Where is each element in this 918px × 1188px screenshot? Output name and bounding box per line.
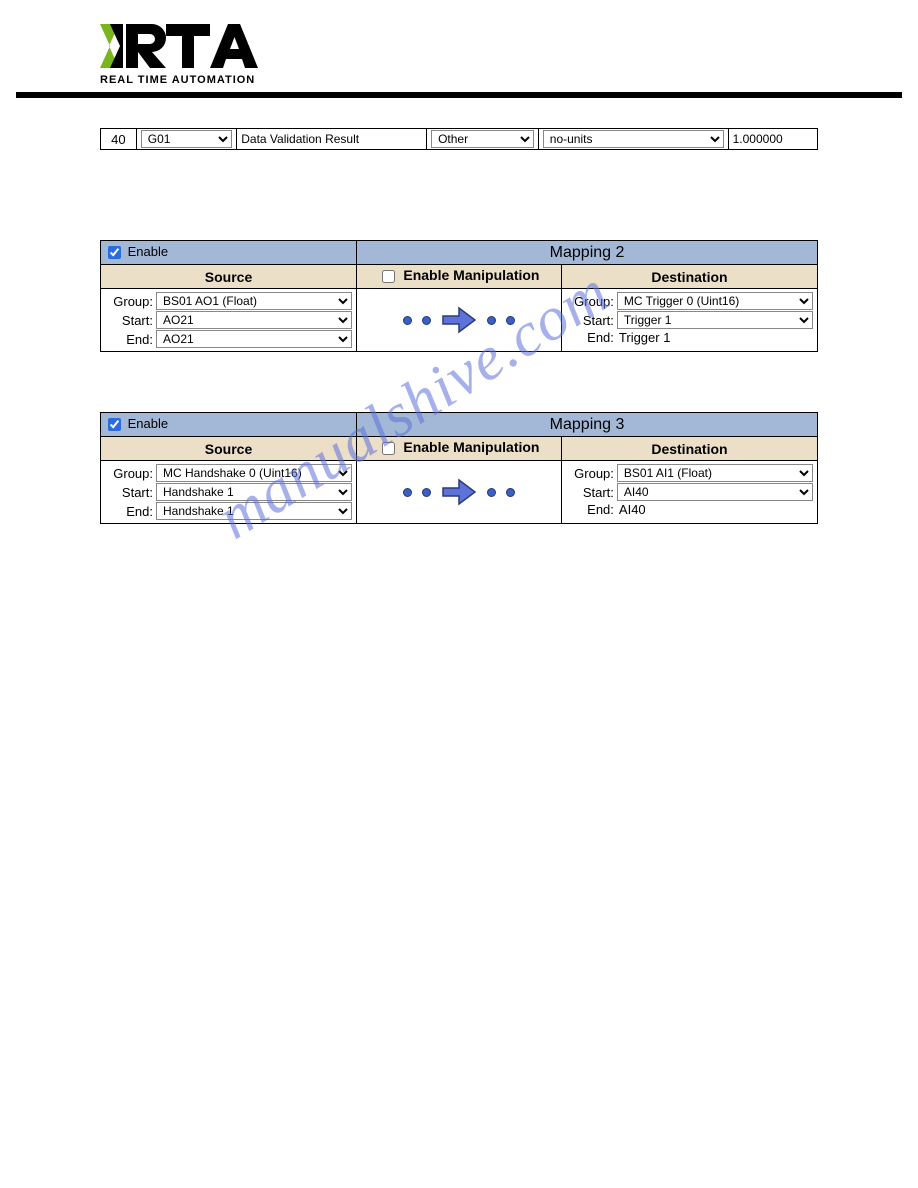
row-select-3[interactable]: no-units (543, 130, 724, 148)
mapping-3-src-group-select[interactable]: MC Handshake 0 (Uint16) (156, 464, 352, 482)
mapping-2-manip-label: Enable Manipulation (403, 267, 539, 283)
mapping-2-dst-group-label: Group: (566, 294, 614, 309)
row-number: 40 (101, 129, 137, 150)
mapping-3-enable-checkbox[interactable] (108, 418, 121, 431)
mapping-2-src-start-select[interactable]: AO21 (156, 311, 352, 329)
mapping-3-dst-start-select[interactable]: AI40 (617, 483, 813, 501)
mapping-2-dest-hdr: Destination (561, 265, 817, 289)
rta-logo (100, 20, 270, 72)
mapping-3-source-hdr: Source (101, 437, 357, 461)
mapping-2-table: Enable Mapping 2 Source Enable Manipulat… (100, 240, 818, 352)
dot-icon (506, 316, 515, 325)
dot-icon (403, 316, 412, 325)
logo-tagline: REAL TIME AUTOMATION (100, 74, 918, 86)
mapping-2-dst-start-label: Start: (566, 313, 614, 328)
dot-icon (422, 488, 431, 497)
logo-area: REAL TIME AUTOMATION (0, 20, 918, 86)
mapping-2-src-group-label: Group: (105, 294, 153, 309)
mapping-2-dst-end-value: Trigger 1 (617, 330, 671, 345)
mapping-3-src-start-label: Start: (105, 485, 153, 500)
mapping-3-src-group-label: Group: (105, 466, 153, 481)
row-select-2[interactable]: Other (431, 130, 534, 148)
arrow-right-icon (441, 477, 477, 507)
mapping-3-enable-label: Enable (128, 416, 168, 431)
mapping-3-dst-group-label: Group: (566, 466, 614, 481)
dot-icon (487, 488, 496, 497)
mapping-2-dst-group-select[interactable]: MC Trigger 0 (Uint16) (617, 292, 813, 310)
mapping-3-arrow (361, 469, 557, 515)
mapping-3-dst-start-label: Start: (566, 485, 614, 500)
mapping-3-src-end-label: End: (105, 504, 153, 519)
mapping-2-dst-start-select[interactable]: Trigger 1 (617, 311, 813, 329)
mapping-2-manip-checkbox[interactable] (382, 270, 395, 283)
mapping-3-title: Mapping 3 (357, 413, 818, 437)
mapping-2-src-end-select[interactable]: AO21 (156, 330, 352, 348)
dot-icon (422, 316, 431, 325)
config-row-table: 40 G01 Data Validation Result Other no-u… (100, 128, 818, 150)
row-value: 1.000000 (728, 129, 817, 150)
mapping-2-src-start-label: Start: (105, 313, 153, 328)
mapping-2-enable-label: Enable (128, 244, 168, 259)
mapping-3-dest-hdr: Destination (561, 437, 817, 461)
mapping-3-src-end-select[interactable]: Handshake 1 (156, 502, 352, 520)
dot-icon (487, 316, 496, 325)
mapping-3-manip-checkbox[interactable] (382, 442, 395, 455)
mapping-2-dst-end-label: End: (566, 330, 614, 345)
mapping-3-manip-label: Enable Manipulation (403, 439, 539, 455)
mapping-3-dst-group-select[interactable]: BS01 AI1 (Float) (617, 464, 813, 482)
mapping-3-dst-end-label: End: (566, 502, 614, 517)
dot-icon (403, 488, 412, 497)
dot-icon (506, 488, 515, 497)
mapping-2-enable-checkbox[interactable] (108, 246, 121, 259)
mapping-2-src-group-select[interactable]: BS01 AO1 (Float) (156, 292, 352, 310)
row-description: Data Validation Result (237, 129, 427, 150)
mapping-2-arrow (361, 297, 557, 343)
mapping-2-src-end-label: End: (105, 332, 153, 347)
page-divider (16, 92, 902, 98)
mapping-2-title: Mapping 2 (357, 241, 818, 265)
mapping-3-src-start-select[interactable]: Handshake 1 (156, 483, 352, 501)
row-select-1[interactable]: G01 (141, 130, 233, 148)
mapping-2-source-hdr: Source (101, 265, 357, 289)
mapping-3-dst-end-value: AI40 (617, 502, 646, 517)
mapping-3-table: Enable Mapping 3 Source Enable Manipulat… (100, 412, 818, 524)
arrow-right-icon (441, 305, 477, 335)
